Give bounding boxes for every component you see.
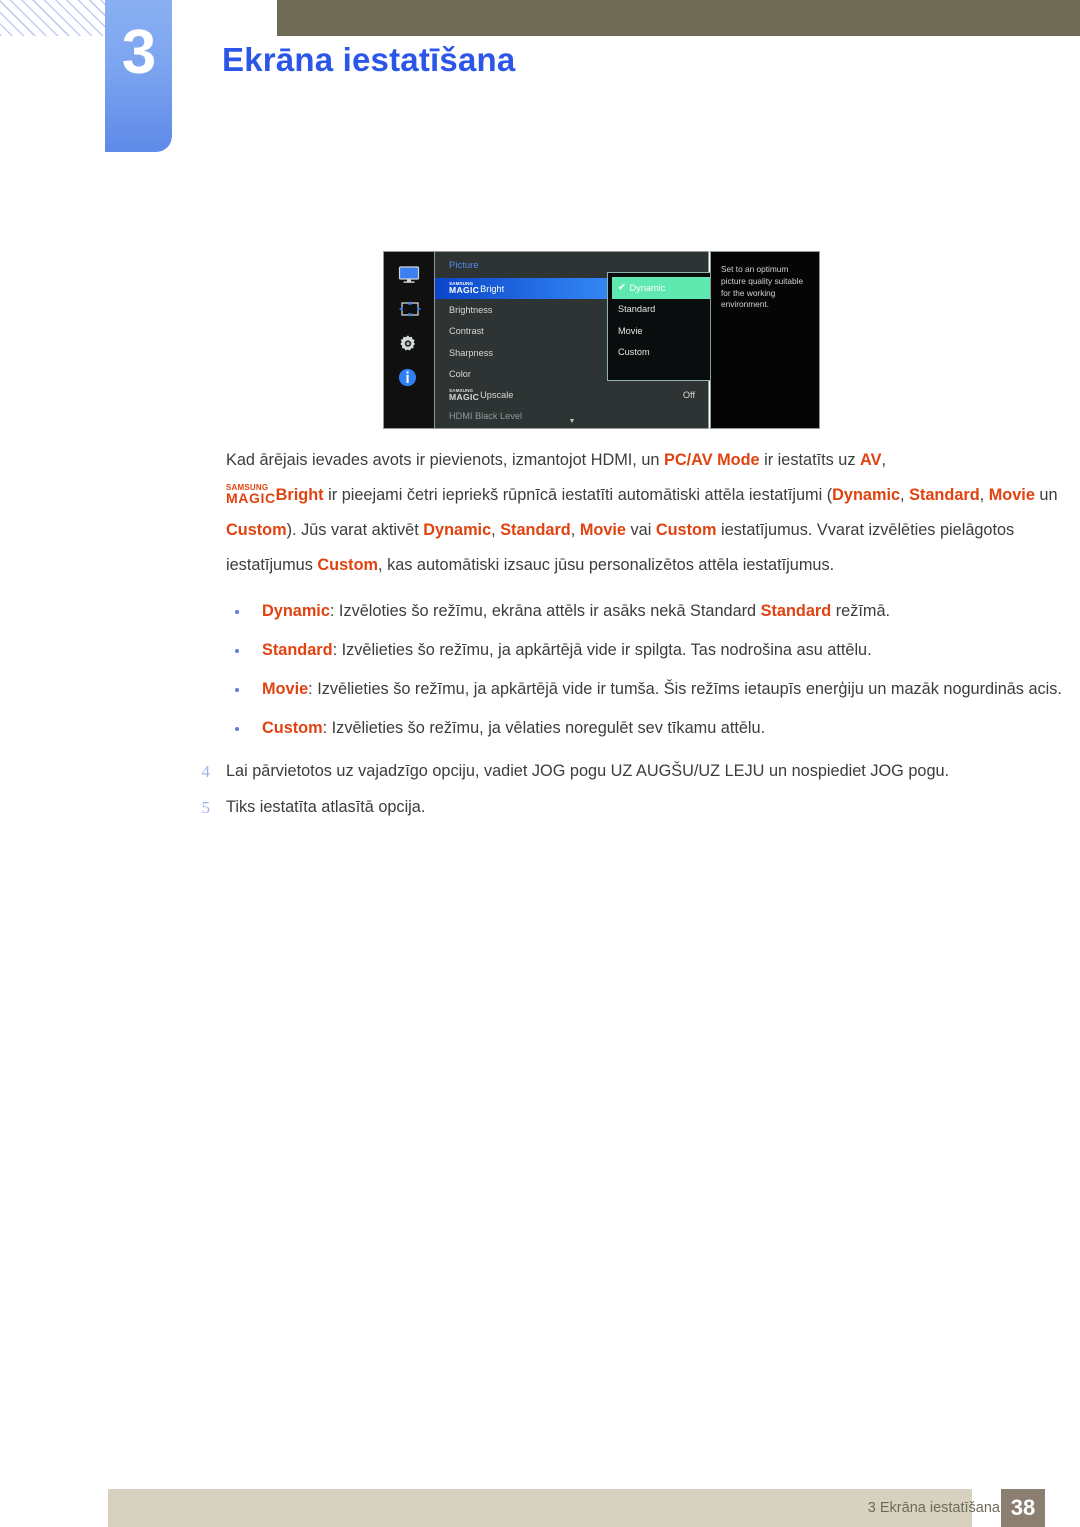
gear-icon[interactable] <box>398 334 420 354</box>
text-run: ir pieejami četri iepriekš rūpnīcā iesta… <box>323 486 833 504</box>
term-dynamic: Dynamic <box>423 521 492 539</box>
osd-help-text: Set to an optimum picture quality suitab… <box>721 264 804 310</box>
text-run: , <box>900 486 910 504</box>
osd-item-label: Bright <box>480 283 505 294</box>
term-standard: Standard <box>909 486 980 504</box>
move-arrows-icon[interactable] <box>398 300 421 320</box>
check-icon: ✔ <box>618 282 626 293</box>
footer-bar <box>108 1489 972 1527</box>
term-custom: Custom <box>655 521 717 539</box>
page-number: 38 <box>1001 1489 1045 1527</box>
osd-item-label: Contrast <box>449 326 484 337</box>
osd-item-label: Brightness <box>449 304 493 315</box>
text-run: un <box>1034 486 1058 504</box>
list-item: Standard: Izvēlieties šo režīmu, ja apkā… <box>235 634 1072 667</box>
osd-suboption-label: Custom <box>618 347 650 358</box>
osd-main-panel: Picture SAMSUNG MAGIC Bright Brightness … <box>435 251 759 429</box>
term-dynamic: Dynamic <box>832 486 901 504</box>
osd-help-panel: Set to an optimum picture quality suitab… <box>710 251 820 429</box>
list-item: Dynamic: Izvēloties šo režīmu, ekrāna at… <box>235 595 1072 628</box>
text-run: ). Jūs varat aktivēt <box>286 521 424 539</box>
text-run: : Izvēlieties šo režīmu, ja apkārtējā vi… <box>332 641 872 659</box>
list-item: Custom: Izvēlieties šo režīmu, ja vēlati… <box>235 712 1072 745</box>
term-av: AV <box>860 451 882 469</box>
monitor-icon[interactable] <box>398 266 420 286</box>
mode-description-list: Dynamic: Izvēloties šo režīmu, ekrāna at… <box>0 595 1080 745</box>
term-standard: Standard <box>262 641 333 659</box>
header-olive-bar <box>277 0 1080 36</box>
osd-item-magicupscale[interactable]: SAMSUNG MAGIC Upscale Off <box>435 384 709 405</box>
text-run: , <box>491 521 501 539</box>
text-run: vai <box>625 521 656 539</box>
term-standard: Standard <box>500 521 571 539</box>
text-run: : Izvēlieties šo režīmu, ja apkārtējā vi… <box>308 680 1062 698</box>
step-number: 4 <box>201 762 211 781</box>
list-item: Movie: Izvēlieties šo režīmu, ja apkārtē… <box>235 673 1072 706</box>
osd-item-value: Off <box>682 390 695 401</box>
osd-suboption-label: Movie <box>618 325 643 336</box>
samsung-magic-logo: SAMSUNG MAGIC <box>449 281 480 296</box>
page-content: Kad ārējais ievades avots ir pievienots,… <box>0 443 1080 827</box>
osd-item-label: Color <box>449 368 471 379</box>
text-run: Kad ārējais ievades avots ir pievienots,… <box>226 451 664 469</box>
page-header: 3 Ekrāna iestatīšana <box>0 0 1080 160</box>
osd-item-label: Sharpness <box>449 347 493 358</box>
term-bright: Bright <box>275 486 324 504</box>
footer-chapter-label: 3 Ekrāna iestatīšana <box>867 1500 1000 1516</box>
samsung-magic-logo: SAMSUNG MAGIC <box>449 387 480 402</box>
osd-item-label: Upscale <box>480 390 514 401</box>
term-movie: Movie <box>988 486 1035 504</box>
text-run: ir iestatīts uz <box>759 451 861 469</box>
osd-suboption-label: Dynamic <box>629 282 666 293</box>
term-movie: Movie <box>262 680 309 698</box>
numbered-steps: 4 Lai pārvietotos uz vajadzīgo opciju, va… <box>0 755 1080 824</box>
text-run: : Izvēloties šo režīmu, ekrāna attēls ir… <box>329 602 761 620</box>
list-item: 5 Tiks iestatīta atlasītā opcija. <box>202 791 1071 824</box>
term-pcav-mode: PC/AV Mode <box>664 451 760 469</box>
chevron-down-icon[interactable]: ▼ <box>435 418 709 425</box>
text-run: : Izvēlieties šo režīmu, ja vēlaties nor… <box>322 719 766 737</box>
paragraph-magicbright: SAMSUNG MAGIC Bright ir pieejami četri iep… <box>226 478 1071 583</box>
step-text: Lai pārvietotos uz vajadzīgo opciju, vad… <box>226 762 950 780</box>
step-text: Tiks iestatīta atlasītā opcija. <box>226 798 426 816</box>
info-icon[interactable] <box>398 368 420 388</box>
term-custom: Custom <box>317 556 379 574</box>
term-movie: Movie <box>579 521 626 539</box>
samsung-magic-logo: SAMSUNG MAGIC <box>226 483 276 506</box>
chapter-number: 3 <box>121 18 156 87</box>
term-standard: Standard <box>760 602 832 620</box>
chapter-tab: 3 <box>105 0 172 152</box>
paragraph-intro: Kad ārējais ievades avots ir pievienots,… <box>226 443 1071 478</box>
page-footer: 3 Ekrāna iestatīšana 38 <box>0 1475 1080 1527</box>
page-title: Ekrāna iestatīšana <box>222 41 516 78</box>
osd-menu-title: Picture <box>449 260 479 271</box>
osd-suboption-label: Standard <box>618 304 656 315</box>
text-run: , kas automātiski izsauc jūsu personaliz… <box>378 556 835 574</box>
term-dynamic: Dynamic <box>262 602 330 620</box>
text-run: , <box>881 451 886 469</box>
term-custom: Custom <box>262 719 323 737</box>
term-custom: Custom <box>226 521 287 539</box>
step-number: 5 <box>201 798 211 817</box>
osd-menu-figure: Picture SAMSUNG MAGIC Bright Brightness … <box>383 251 820 429</box>
text-run: , <box>570 521 580 539</box>
list-item: 4 Lai pārvietotos uz vajadzīgo opciju, va… <box>202 755 1071 788</box>
osd-icon-sidebar <box>383 251 435 429</box>
text-run: , <box>979 486 989 504</box>
text-run: režīmā. <box>831 602 891 620</box>
